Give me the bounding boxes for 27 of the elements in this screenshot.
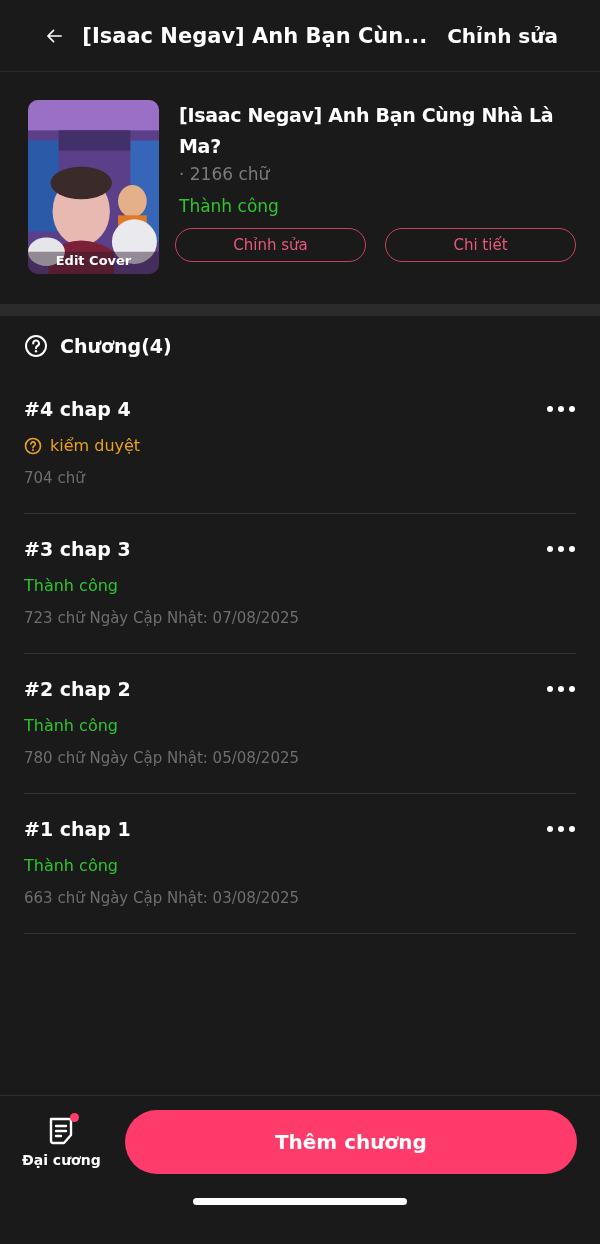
outline-tab[interactable]: Đại cương (22, 1116, 101, 1168)
chapter-status: Thành công (24, 856, 118, 875)
word-count: · 2166 chữ (179, 164, 271, 184)
more-icon[interactable] (546, 545, 576, 553)
chapter-meta: 663 chữ Ngày Cập Nhật: 03/08/2025 (24, 889, 301, 907)
page-title: [Isaac Negav] Anh Bạn Cùn... (82, 23, 428, 48)
chapter-title[interactable]: #4 chap 4 (24, 398, 131, 420)
chapter-status: Thành công (24, 576, 118, 595)
chapter-meta: 723 chữ Ngày Cập Nhật: 07/08/2025 (24, 609, 301, 627)
book-title: [Isaac Negav] Anh Bạn Cùng Nhà Là Ma? (179, 103, 555, 159)
book-status: Thành công (179, 196, 280, 216)
chapter-meta: 780 chữ Ngày Cập Nhật: 05/08/2025 (24, 749, 301, 767)
help-icon[interactable] (24, 334, 48, 358)
chapter-title[interactable]: #2 chap 2 (24, 678, 131, 700)
question-icon (24, 436, 42, 455)
edit-cover-label: Edit Cover (54, 253, 133, 268)
more-icon[interactable] (546, 825, 576, 833)
chapter-status: kiểm duyệt (50, 436, 141, 455)
chapter-meta: 704 chữ (24, 469, 87, 487)
book-cover[interactable]: Edit Cover (28, 100, 159, 274)
edit-link[interactable]: Chỉnh sửa (447, 23, 558, 48)
chapter-title[interactable]: #3 chap 3 (24, 538, 131, 560)
more-icon[interactable] (546, 405, 576, 413)
chapter-status: Thành công (24, 716, 118, 735)
chapter-title[interactable]: #1 chap 1 (24, 818, 131, 840)
section-heading: Chương(4) (60, 335, 172, 357)
more-icon[interactable] (546, 685, 576, 693)
